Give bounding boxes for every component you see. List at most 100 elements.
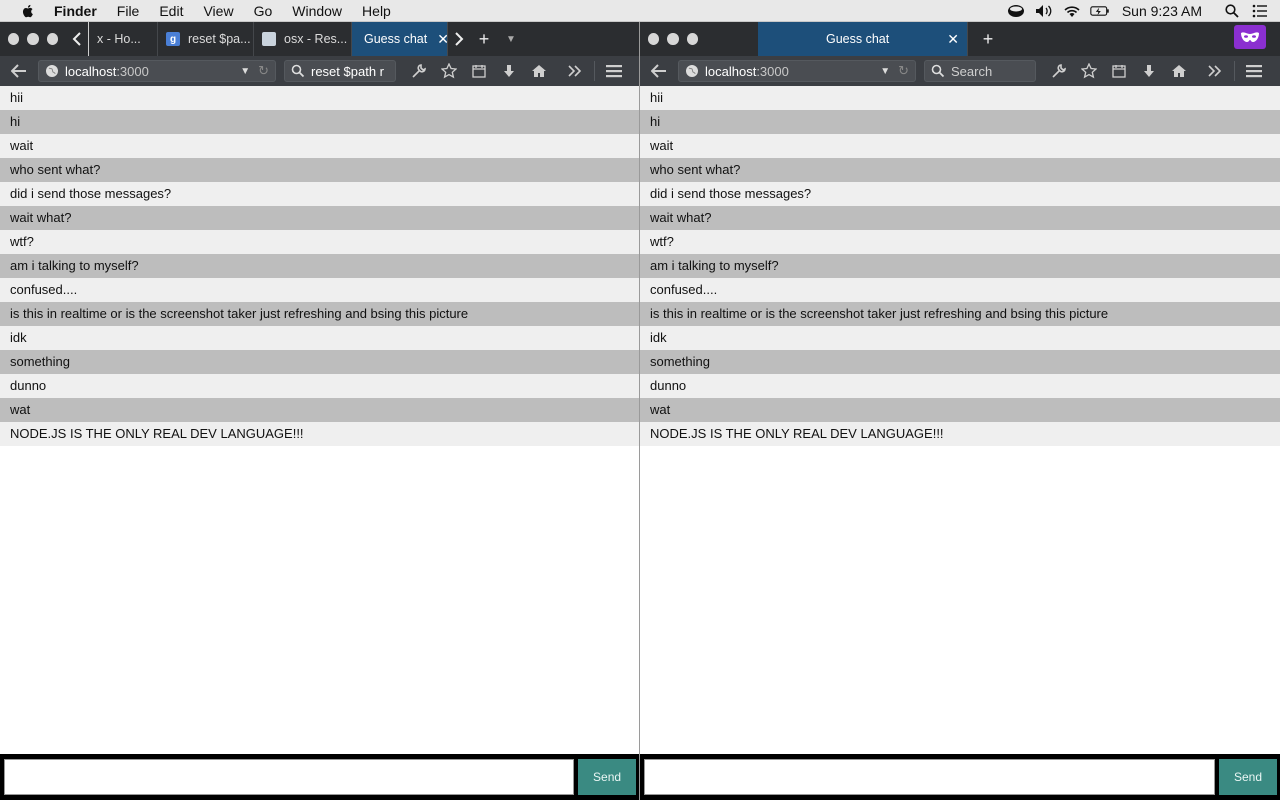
- window-controls: [640, 22, 706, 56]
- close-window-button[interactable]: [648, 33, 660, 45]
- chat-composer: Send: [640, 754, 1280, 800]
- tab-stackexchange-2[interactable]: osx - Res...: [254, 22, 352, 56]
- reload-icon[interactable]: ↻: [258, 63, 269, 79]
- download-icon[interactable]: [1134, 60, 1164, 82]
- tab-guess-chat[interactable]: Guess chat ✕: [758, 22, 968, 56]
- search-placeholder: Search: [951, 63, 993, 79]
- close-window-button[interactable]: [8, 33, 20, 45]
- globe-icon: [686, 65, 698, 77]
- menu-edit[interactable]: Edit: [159, 3, 183, 19]
- send-button[interactable]: Send: [1219, 759, 1277, 795]
- home-icon[interactable]: [524, 60, 554, 82]
- volume-icon[interactable]: [1034, 3, 1054, 19]
- browser-window-right: Guess chat ✕ + localhost :3000 ▼ ↻ Searc…: [640, 22, 1280, 800]
- url-port: :3000: [116, 63, 149, 79]
- wifi-icon[interactable]: [1062, 3, 1082, 19]
- tab-scroll-left-icon[interactable]: [66, 22, 88, 56]
- message-row: wat: [640, 398, 1280, 422]
- message-row: wtf?: [0, 230, 639, 254]
- overflow-chevron-icon[interactable]: [1200, 60, 1230, 82]
- search-icon: [291, 64, 305, 78]
- list-all-tabs-icon[interactable]: ▼: [498, 22, 524, 56]
- message-row: NODE.JS IS THE ONLY REAL DEV LANGUAGE!!!: [0, 422, 639, 446]
- list-icon[interactable]: [1250, 3, 1270, 19]
- new-tab-icon[interactable]: +: [470, 22, 498, 56]
- menu-finder[interactable]: Finder: [54, 3, 97, 19]
- private-mask-icon[interactable]: [1234, 25, 1266, 49]
- message-row: something: [0, 350, 639, 374]
- back-arrow-icon[interactable]: [4, 60, 34, 82]
- tab-bar: Guess chat ✕ +: [640, 22, 1280, 56]
- battery-icon[interactable]: [1090, 3, 1110, 19]
- search-bar[interactable]: reset $path r: [284, 60, 396, 82]
- overflow-chevron-icon[interactable]: [560, 60, 590, 82]
- tab-scroll-right-icon[interactable]: [448, 22, 470, 56]
- close-tab-icon[interactable]: ✕: [947, 31, 959, 48]
- search-bar[interactable]: Search: [924, 60, 1036, 82]
- bookmark-star-icon[interactable]: [1074, 60, 1104, 82]
- tab-label: reset $pa...: [188, 32, 251, 46]
- message-row: hii: [640, 86, 1280, 110]
- wrench-icon[interactable]: [1044, 60, 1074, 82]
- bookmarks-menu-icon[interactable]: [1104, 60, 1134, 82]
- message-row: something: [640, 350, 1280, 374]
- toolbar-separator: [594, 61, 595, 81]
- tab-stackexchange-1[interactable]: x - Ho...: [88, 22, 158, 56]
- url-bar[interactable]: localhost :3000 ▼ ↻: [38, 60, 276, 82]
- zoom-window-button[interactable]: [46, 33, 58, 45]
- message-row: who sent what?: [640, 158, 1280, 182]
- home-icon[interactable]: [1164, 60, 1194, 82]
- message-input[interactable]: [4, 759, 575, 795]
- menu-file[interactable]: File: [117, 3, 140, 19]
- apple-icon[interactable]: [20, 3, 36, 19]
- history-dropdown-icon[interactable]: ▼: [880, 66, 890, 77]
- message-row: NODE.JS IS THE ONLY REAL DEV LANGUAGE!!!: [640, 422, 1280, 446]
- menubar-clock[interactable]: Sun 9:23 AM: [1122, 3, 1202, 19]
- tab-label: Guess chat: [364, 32, 428, 46]
- message-row: wait: [0, 134, 639, 158]
- search-icon[interactable]: [1222, 3, 1242, 19]
- download-icon[interactable]: [494, 60, 524, 82]
- tab-bar: x - Ho... g reset $pa... osx - Res... Gu…: [0, 22, 639, 56]
- coffee-icon[interactable]: [1006, 3, 1026, 19]
- menu-help[interactable]: Help: [362, 3, 391, 19]
- zoom-window-button[interactable]: [686, 33, 698, 45]
- bookmarks-menu-icon[interactable]: [464, 60, 494, 82]
- message-input[interactable]: [644, 759, 1215, 795]
- minimize-window-button[interactable]: [27, 33, 39, 45]
- tab-label: x - Ho...: [97, 32, 141, 46]
- chat-composer: Send: [0, 754, 639, 800]
- message-row: wat: [0, 398, 639, 422]
- message-list: hii hi wait who sent what? did i send those …: [640, 86, 1280, 446]
- toolbar-separator: [1234, 61, 1235, 81]
- globe-icon: [46, 65, 58, 77]
- browser-window-left: x - Ho... g reset $pa... osx - Res... Gu…: [0, 22, 640, 800]
- wrench-icon[interactable]: [404, 60, 434, 82]
- menu-view[interactable]: View: [203, 3, 233, 19]
- hamburger-menu-icon[interactable]: [1239, 60, 1269, 82]
- tab-guess-chat[interactable]: Guess chat ✕: [352, 22, 448, 56]
- close-tab-icon[interactable]: ✕: [437, 31, 447, 48]
- menu-window[interactable]: Window: [292, 3, 342, 19]
- send-button[interactable]: Send: [578, 759, 636, 795]
- minimize-window-button[interactable]: [667, 33, 679, 45]
- new-tab-icon[interactable]: +: [968, 22, 1008, 56]
- url-host: localhost: [705, 63, 757, 79]
- tab-google-search[interactable]: g reset $pa...: [158, 22, 254, 56]
- message-row: confused....: [0, 278, 639, 302]
- message-row: wait: [640, 134, 1280, 158]
- hamburger-menu-icon[interactable]: [599, 60, 629, 82]
- search-icon: [931, 64, 945, 78]
- bookmark-star-icon[interactable]: [434, 60, 464, 82]
- window-controls: [0, 22, 66, 56]
- url-port: :3000: [756, 63, 789, 79]
- history-dropdown-icon[interactable]: ▼: [240, 66, 250, 77]
- menu-go[interactable]: Go: [254, 3, 273, 19]
- reload-icon[interactable]: ↻: [898, 63, 909, 79]
- url-bar[interactable]: localhost :3000 ▼ ↻: [678, 60, 916, 82]
- message-row: is this in realtime or is the screenshot…: [0, 302, 639, 326]
- stackexchange-icon: [262, 32, 276, 46]
- back-arrow-icon[interactable]: [644, 60, 674, 82]
- message-row: hi: [0, 110, 639, 134]
- tab-label: osx - Res...: [284, 32, 348, 46]
